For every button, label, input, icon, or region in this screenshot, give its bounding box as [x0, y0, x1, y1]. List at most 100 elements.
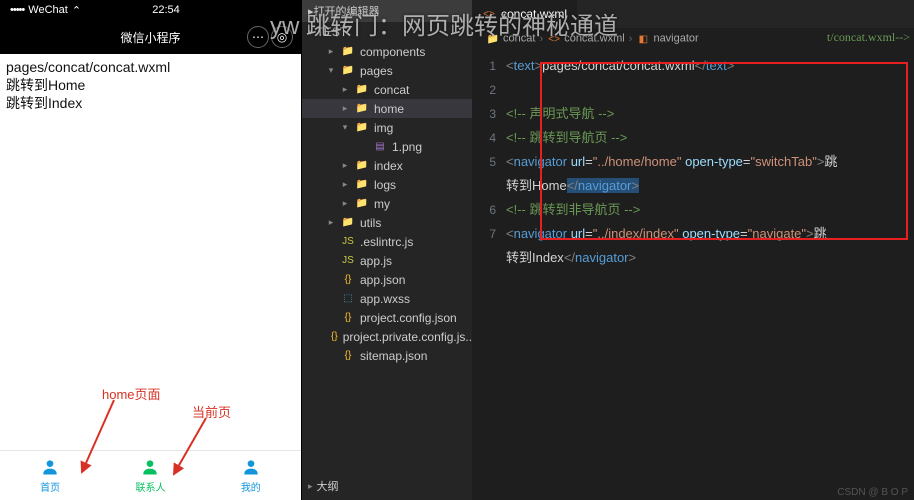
carrier-label: WeChat: [28, 4, 68, 16]
img-icon: ▤: [373, 140, 387, 154]
explorer-toolbar[interactable]: ▸ 打开的编辑器: [302, 0, 472, 22]
gutter: 6: [472, 198, 506, 222]
tree-label: components: [360, 45, 425, 59]
chevron-icon: ▸: [326, 46, 336, 57]
code-line[interactable]: 4<!-- 跳转到导航页 -->: [472, 126, 914, 150]
tree-item-utils[interactable]: ▸📁utils: [302, 213, 472, 232]
toolbar-label: 打开的编辑器: [314, 3, 380, 19]
tree-label: my: [374, 197, 390, 211]
tree-label: project.private.config.js...: [343, 330, 476, 344]
tag-icon: ◧: [636, 32, 650, 46]
gutter: [472, 246, 506, 270]
chevron-icon: ▸: [340, 198, 350, 209]
json-icon: {}: [341, 311, 355, 325]
tree-label: app.js: [360, 254, 392, 268]
tree-label: pages: [360, 64, 393, 78]
code-line[interactable]: 3<!-- 声明式导航 -->: [472, 102, 914, 126]
breadcrumb-item[interactable]: ◧ navigator: [636, 32, 698, 46]
tree-label: index: [374, 159, 403, 173]
tree-item-concat[interactable]: ▸📁concat: [302, 80, 472, 99]
folder-icon: 📁: [341, 216, 355, 230]
code-line[interactable]: 6<!-- 跳转到非导航页 -->: [472, 198, 914, 222]
crumb-separator: ›: [539, 33, 543, 45]
json-icon: {}: [341, 273, 355, 287]
outline-label: 大纲: [317, 478, 339, 494]
page-line: pages/concat/concat.wxml: [6, 58, 295, 76]
js-icon: JS: [341, 235, 355, 249]
gutter: 3: [472, 102, 506, 126]
tree-label: concat: [374, 83, 409, 97]
wxml-icon: <>: [547, 32, 561, 46]
explorer-section[interactable]: TEST: [302, 22, 472, 42]
gutter: 4: [472, 126, 506, 150]
wifi-icon: ⌃: [72, 4, 81, 17]
path-hint: t/concat.wxml-->: [827, 30, 910, 45]
code-line[interactable]: 7<navigator url="../index/index" open-ty…: [472, 222, 914, 246]
tree-item--eslintrc-js[interactable]: JS.eslintrc.js: [302, 232, 472, 251]
tab-item-0[interactable]: 首页: [0, 451, 100, 500]
folder-icon: 📁: [355, 178, 369, 192]
breadcrumb-item[interactable]: 📁 concat: [486, 32, 535, 46]
gutter: [472, 174, 506, 198]
section-label: TEST: [317, 25, 348, 39]
tree-item-my[interactable]: ▸ 📁 my: [302, 194, 472, 213]
gutter: 7: [472, 222, 506, 246]
annotation-current: 当前页: [192, 402, 231, 421]
tree-item-pages[interactable]: ▾📁pages: [302, 61, 472, 80]
json-icon: {}: [341, 349, 355, 363]
js-icon: JS: [341, 254, 355, 268]
chevron-icon: ▾: [340, 122, 350, 133]
folder-icon: 📁: [486, 32, 500, 46]
code-line[interactable]: 5<navigator url="../home/home" open-type…: [472, 150, 914, 174]
file-explorer: ▸ 打开的编辑器 TEST ▸📁components▾📁pages▸📁conca…: [302, 0, 472, 500]
tree-item-project-config-json[interactable]: {}project.config.json: [302, 308, 472, 327]
tree-item-home[interactable]: ▸📁home: [302, 99, 472, 118]
watermark: CSDN @ B O P: [837, 487, 908, 498]
tree-label: img: [374, 121, 393, 135]
phone-simulator: ••••• WeChat ⌃ 22:54 微信小程序 ⋯ ◎ pages/con…: [0, 0, 302, 500]
tab-label: concat.wxml: [501, 7, 567, 21]
folder-icon: 📁: [355, 197, 369, 211]
gutter: 1: [472, 54, 506, 78]
close-icon[interactable]: ◎: [271, 26, 293, 48]
editor-tab[interactable]: <>concat.wxml: [472, 0, 577, 28]
wechat-title: 微信小程序: [120, 29, 180, 46]
tree-item-img[interactable]: ▾ 📁 img: [302, 118, 472, 137]
tree-item-logs[interactable]: ▸📁logs: [302, 175, 472, 194]
code-line[interactable]: 转到Index</navigator>: [472, 246, 914, 270]
nav-link-home[interactable]: 跳转到Home: [6, 76, 295, 94]
tab-item-1[interactable]: 联系人: [100, 451, 200, 500]
tree-item-app-json[interactable]: {}app.json: [302, 270, 472, 289]
folder-icon: 📁: [341, 64, 355, 78]
tab-item-2[interactable]: 我的: [201, 451, 301, 500]
folder-icon: 📁: [355, 102, 369, 116]
code-area[interactable]: 1<text>pages/concat/concat.wxml</text>23…: [472, 50, 914, 500]
tree-item-sitemap-json[interactable]: {} sitemap.json: [302, 346, 472, 365]
code-line[interactable]: 1<text>pages/concat/concat.wxml</text>: [472, 54, 914, 78]
tree-label: 1.png: [392, 140, 422, 154]
tree-item-1-png[interactable]: ▤ 1.png: [302, 137, 472, 156]
tree-item-project-private-config-js-[interactable]: {}project.private.config.js...: [302, 327, 472, 346]
phone-tabbar: 首页联系人 我的: [0, 450, 301, 500]
status-bar: ••••• WeChat ⌃ 22:54: [0, 0, 301, 20]
signal-dots-icon: •••••: [10, 4, 24, 16]
tree-item-components[interactable]: ▸📁components: [302, 42, 472, 61]
folder-icon: 📁: [355, 159, 369, 173]
chevron-icon: ▸: [340, 179, 350, 190]
tree-label: home: [374, 102, 404, 116]
code-line[interactable]: 转到Home</navigator>: [472, 174, 914, 198]
code-line[interactable]: 2: [472, 78, 914, 102]
wechat-title-bar: 微信小程序 ⋯ ◎: [0, 20, 301, 54]
nav-link-index[interactable]: 跳转到Index: [6, 94, 295, 112]
folder-icon: 📁: [355, 121, 369, 135]
outline-section[interactable]: 大纲: [302, 472, 472, 500]
tab-label: 我的: [241, 479, 261, 494]
tree-item-app-js[interactable]: JS app.js: [302, 251, 472, 270]
menu-icon[interactable]: ⋯: [247, 26, 269, 48]
tree-item-app-wxss[interactable]: ⬚app.wxss: [302, 289, 472, 308]
editor-panel: <>concat.wxml 📁 concat›<> concat.wxml›◧ …: [472, 0, 914, 500]
breadcrumb-item[interactable]: <> concat.wxml: [547, 32, 625, 46]
tree-item-index[interactable]: ▸📁index: [302, 156, 472, 175]
tab-label: 联系人: [135, 479, 165, 494]
tree-label: sitemap.json: [360, 349, 427, 363]
